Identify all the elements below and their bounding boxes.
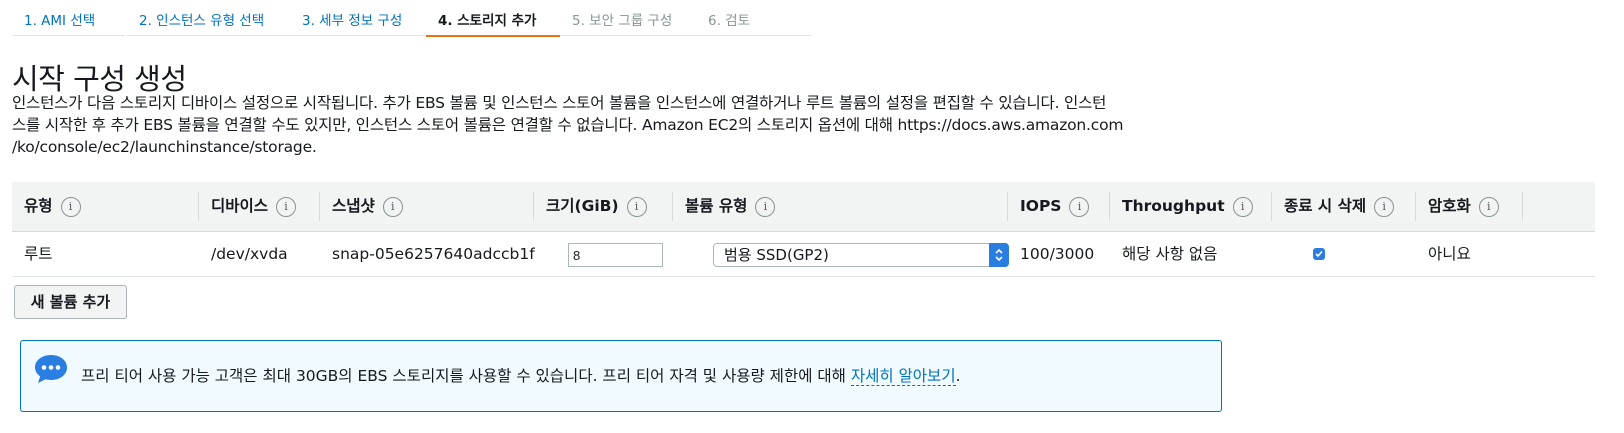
header-size-label: 크기(GiB): [546, 197, 619, 215]
size-input[interactable]: [568, 243, 663, 267]
column-header-volume-type: 볼륨 유형 i: [672, 192, 776, 221]
description-line-1: 인스턴스가 다음 스토리지 디바이스 설정으로 시작됩니다. 추가 EBS 볼륨…: [12, 94, 1107, 112]
alert-text: 프리 티어 사용 가능 고객은 최대 30GB의 EBS 스토리지를 사용할 수…: [81, 367, 851, 385]
alert-suffix: .: [955, 367, 961, 385]
header-snapshot-label: 스냅샷: [332, 197, 375, 215]
volume-type-value: 범용 SSD(GP2): [724, 246, 829, 264]
cell-iops: 100/3000: [1020, 245, 1095, 263]
info-icon[interactable]: i: [1374, 196, 1395, 217]
column-header-delete-on-termination: 종료 시 삭제 i: [1271, 192, 1395, 221]
column-header-snapshot: 스냅샷 i: [319, 192, 403, 221]
info-icon[interactable]: i: [755, 196, 776, 217]
info-icon[interactable]: i: [1069, 196, 1090, 217]
info-icon[interactable]: i: [60, 196, 81, 217]
header-encryption-label: 암호화: [1428, 197, 1471, 215]
add-volume-button[interactable]: 새 볼륨 추가: [14, 285, 127, 319]
header-volume-type-label: 볼륨 유형: [685, 197, 748, 215]
column-header-encryption: 암호화 i: [1415, 192, 1523, 221]
free-tier-alert: 프리 티어 사용 가능 고객은 최대 30GB의 EBS 스토리지를 사용할 수…: [20, 340, 1222, 412]
column-header-device: 디바이스 i: [198, 192, 297, 221]
cell-type: 루트: [24, 245, 53, 263]
table-header: 유형 i 디바이스 i 스냅샷 i 크기(GiB) i 볼륨 유형 i IOPS i Thr…: [12, 182, 1595, 232]
table-row: 루트 /dev/xvda snap-05e6257640adccb1f 범용 S…: [12, 232, 1595, 277]
tab-ami-select[interactable]: 1. AMI 선택: [12, 0, 125, 36]
cell-snapshot: snap-05e6257640adccb1f: [332, 245, 535, 263]
column-header-type: 유형 i: [12, 182, 81, 231]
column-header-size: 크기(GiB) i: [533, 192, 647, 221]
chat-bubble-icon: [33, 353, 69, 389]
column-header-throughput: Throughput i: [1109, 192, 1253, 221]
cell-device: /dev/xvda: [211, 245, 288, 263]
tab-instance-type[interactable]: 2. 인스턴스 유형 선택: [127, 0, 290, 36]
info-icon[interactable]: i: [276, 196, 297, 217]
info-icon[interactable]: i: [1478, 196, 1499, 217]
alert-message: 프리 티어 사용 가능 고객은 최대 30GB의 EBS 스토리지를 사용할 수…: [81, 341, 961, 411]
cell-throughput: 해당 사항 없음: [1122, 245, 1218, 263]
checkmark-icon: [1315, 250, 1323, 258]
delete-on-termination-checkbox[interactable]: [1313, 248, 1325, 260]
tab-security-group: 5. 보안 그룹 구성: [560, 0, 696, 36]
info-icon[interactable]: i: [1232, 196, 1253, 217]
learn-more-link[interactable]: 자세히 알아보기: [850, 367, 956, 386]
cell-encryption: 아니요: [1428, 245, 1471, 263]
info-icon[interactable]: i: [382, 196, 403, 217]
column-header-iops: IOPS i: [1007, 192, 1090, 221]
description-line-3: /ko/console/ec2/launchinstance/storage.: [12, 138, 317, 156]
info-icon[interactable]: i: [626, 196, 647, 217]
header-throughput-label: Throughput: [1122, 197, 1225, 215]
page-description: 인스턴스가 다음 스토리지 디바이스 설정으로 시작됩니다. 추가 EBS 볼륨…: [12, 92, 1247, 158]
header-device-label: 디바이스: [211, 197, 269, 215]
tab-add-storage[interactable]: 4. 스토리지 추가: [426, 0, 560, 37]
tab-review: 6. 검토: [696, 0, 812, 36]
description-line-2: 스를 시작한 후 추가 EBS 볼륨을 연결할 수도 있지만, 인스턴스 스토어…: [12, 116, 1124, 134]
header-type-label: 유형: [24, 197, 53, 215]
tab-configure-details[interactable]: 3. 세부 정보 구성: [290, 0, 426, 36]
header-iops-label: IOPS: [1020, 197, 1062, 215]
header-delete-label: 종료 시 삭제: [1284, 197, 1367, 215]
select-arrows-icon: [989, 243, 1009, 267]
volume-type-select[interactable]: 범용 SSD(GP2): [713, 243, 1009, 267]
